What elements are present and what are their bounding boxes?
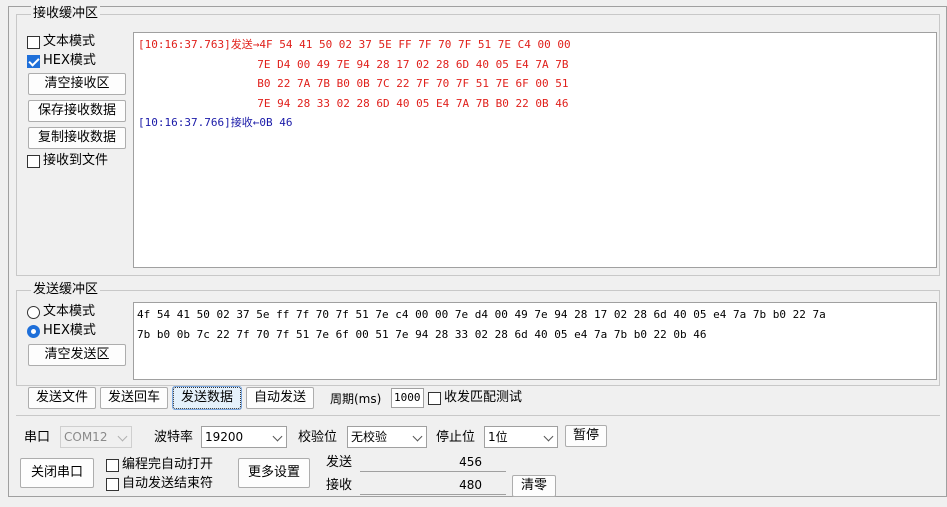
period-label: 周期(ms) xyxy=(330,392,382,406)
send-counter: 456 xyxy=(360,454,506,472)
auto-open-label: 编程完自动打开 xyxy=(122,457,214,472)
send-hex-mode-label: HEX模式 xyxy=(43,323,96,338)
auto-open-checkbox[interactable]: 编程完自动打开 xyxy=(106,457,213,473)
recv-line: 7E 94 28 33 02 28 6D 40 05 E4 7A 7B B0 2… xyxy=(138,96,569,110)
match-test-label: 收发匹配测试 xyxy=(444,390,523,405)
checkbox-box[interactable] xyxy=(27,35,40,49)
recv-hex-mode-checkbox[interactable]: HEX模式 xyxy=(27,53,96,69)
recv-line: [10:16:37.763]发送→4F 54 41 50 02 37 5E FF… xyxy=(138,38,571,51)
recv-line: 7E D4 00 49 7E 94 28 17 02 28 6D 40 05 E… xyxy=(138,57,569,71)
receive-to-file-label: 接收到文件 xyxy=(43,153,109,168)
send-line-1: 4f 54 41 50 02 37 5e ff 7f 70 7f 51 7e c… xyxy=(137,308,826,321)
chevron-down-icon xyxy=(543,431,554,442)
port-select[interactable]: COM12 xyxy=(60,426,132,448)
send-text-mode-radio[interactable]: 文本模式 xyxy=(27,304,95,320)
chevron-down-icon xyxy=(272,431,283,442)
parity-select[interactable]: 无校验 xyxy=(347,426,427,448)
port-value: COM12 xyxy=(64,430,108,444)
checkbox-box[interactable] xyxy=(106,458,119,472)
copy-receive-button[interactable]: 复制接收数据 xyxy=(28,127,126,149)
more-settings-button[interactable]: 更多设置 xyxy=(238,458,310,488)
save-receive-button[interactable]: 保存接收数据 xyxy=(28,100,126,122)
checkbox-checked[interactable] xyxy=(27,54,40,68)
send-count-label: 发送 xyxy=(326,455,353,470)
recv-hex-mode-label: HEX模式 xyxy=(43,53,96,68)
period-input[interactable]: 1000 xyxy=(391,388,424,408)
stop-value: 1位 xyxy=(488,430,508,444)
receive-buffer-title: 接收缓冲区 xyxy=(31,6,101,22)
send-text-mode-label: 文本模式 xyxy=(43,304,96,319)
receive-to-file-checkbox[interactable]: 接收到文件 xyxy=(27,153,108,169)
send-enter-button[interactable]: 发送回车 xyxy=(100,387,168,409)
send-data-button[interactable]: 发送数据 xyxy=(172,386,242,410)
baud-select[interactable]: 19200 xyxy=(201,426,287,448)
stop-label: 停止位 xyxy=(436,430,476,445)
parity-value: 无校验 xyxy=(351,430,388,444)
baud-value: 19200 xyxy=(205,430,244,444)
recv-line: B0 22 7A 7B B0 0B 7C 22 7F 70 7F 51 7E 6… xyxy=(138,77,569,91)
receive-textarea[interactable]: [10:16:37.763]发送→4F 54 41 50 02 37 5E FF… xyxy=(133,32,937,268)
auto-end-checkbox[interactable]: 自动发送结束符 xyxy=(106,476,213,492)
clear-count-button[interactable]: 清零 xyxy=(512,475,556,497)
recv-line: [10:16:37.766]接收←0B 46 xyxy=(138,116,293,130)
port-label: 串口 xyxy=(24,430,51,445)
send-hex-mode-radio[interactable]: HEX模式 xyxy=(27,323,96,339)
send-textarea[interactable]: 4f 54 41 50 02 37 5e ff 7f 70 7f 51 7e c… xyxy=(133,302,937,380)
parity-label: 校验位 xyxy=(298,430,338,445)
send-buffer-title: 发送缓冲区 xyxy=(31,282,101,298)
radio-selected[interactable] xyxy=(27,324,40,338)
chevron-down-icon xyxy=(412,431,423,442)
checkbox-box[interactable] xyxy=(428,391,441,405)
pause-button[interactable]: 暂停 xyxy=(565,425,607,447)
chevron-down-icon xyxy=(117,431,128,442)
match-test-checkbox[interactable]: 收发匹配测试 xyxy=(428,390,522,406)
radio-circle[interactable] xyxy=(27,305,40,319)
stop-select[interactable]: 1位 xyxy=(484,426,558,448)
auto-end-label: 自动发送结束符 xyxy=(122,476,214,491)
checkbox-box[interactable] xyxy=(106,477,119,491)
clear-receive-button[interactable]: 清空接收区 xyxy=(28,73,126,95)
separator-line xyxy=(16,415,940,416)
recv-text-mode-label: 文本模式 xyxy=(43,34,96,49)
send-file-button[interactable]: 发送文件 xyxy=(28,387,96,409)
recv-count-label: 接收 xyxy=(326,478,353,493)
send-line-2: 7b b0 0b 7c 22 7f 70 7f 51 7e 6f 00 51 7… xyxy=(137,327,707,341)
baud-label: 波特率 xyxy=(154,430,194,445)
recv-text-mode-checkbox[interactable]: 文本模式 xyxy=(27,34,95,50)
recv-counter: 480 xyxy=(360,477,506,495)
auto-send-button[interactable]: 自动发送 xyxy=(246,387,314,409)
checkbox-box[interactable] xyxy=(27,154,40,168)
close-port-button[interactable]: 关闭串口 xyxy=(20,458,94,488)
clear-send-button[interactable]: 清空发送区 xyxy=(28,344,126,366)
